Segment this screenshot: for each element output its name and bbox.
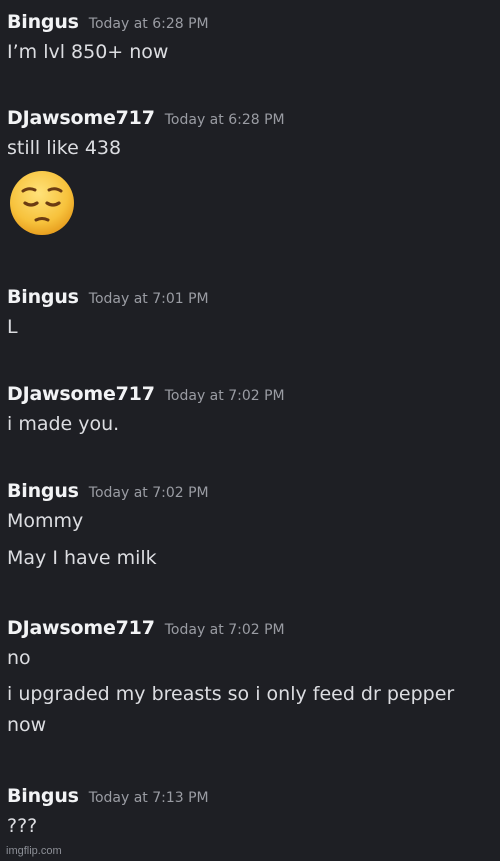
message-text: I’m lvl 850+ now: [7, 41, 169, 63]
message-header: DJawsome717 Today at 7:02 PM: [7, 380, 494, 408]
message-text: May I have milk: [7, 547, 157, 569]
message-group: Bingus Today at 7:13 PM ???: [7, 782, 494, 842]
message-text: i upgraded my breasts so i only feed dr …: [7, 683, 461, 736]
message-header: DJawsome717 Today at 6:28 PM: [7, 104, 494, 132]
message-group: DJawsome717 Today at 7:02 PM i made you.: [7, 380, 494, 440]
message-header: Bingus Today at 6:28 PM: [7, 8, 494, 36]
author-name[interactable]: Bingus: [7, 480, 79, 502]
imgflip-watermark: imgflip.com: [6, 845, 62, 857]
message-text: still like 438: [7, 137, 122, 159]
message-group: Bingus Today at 7:01 PM L: [7, 283, 494, 343]
author-name[interactable]: DJawsome717: [7, 383, 155, 405]
message-header: Bingus Today at 7:13 PM: [7, 782, 494, 810]
timestamp[interactable]: Today at 6:28 PM: [89, 16, 209, 32]
message-group: DJawsome717 Today at 7:02 PM no i upgrade…: [7, 614, 494, 741]
timestamp[interactable]: Today at 6:28 PM: [165, 112, 285, 128]
message-group: DJawsome717 Today at 6:28 PM still like 4…: [7, 104, 494, 238]
message-text: ???: [7, 815, 38, 837]
message-header: Bingus Today at 7:01 PM: [7, 283, 494, 311]
message-text: Mommy: [7, 510, 84, 532]
author-name[interactable]: Bingus: [7, 11, 79, 33]
author-name[interactable]: Bingus: [7, 286, 79, 308]
message-group: Bingus Today at 6:28 PM I’m lvl 850+ now: [7, 8, 494, 68]
message-header: DJawsome717 Today at 7:02 PM: [7, 614, 494, 642]
timestamp[interactable]: Today at 7:02 PM: [165, 388, 285, 404]
message-text: i made you.: [7, 413, 120, 435]
message-text: no: [7, 647, 31, 669]
pensive-face-emoji-icon: [7, 168, 77, 238]
author-name[interactable]: Bingus: [7, 785, 79, 807]
timestamp[interactable]: Today at 7:02 PM: [89, 485, 209, 501]
message-group: Bingus Today at 7:02 PM Mommy May I have …: [7, 477, 494, 574]
message-header: Bingus Today at 7:02 PM: [7, 477, 494, 505]
timestamp[interactable]: Today at 7:02 PM: [165, 622, 285, 638]
author-name[interactable]: DJawsome717: [7, 617, 155, 639]
message-text: L: [7, 316, 18, 338]
author-name[interactable]: DJawsome717: [7, 107, 155, 129]
timestamp[interactable]: Today at 7:01 PM: [89, 291, 209, 307]
timestamp[interactable]: Today at 7:13 PM: [89, 790, 209, 806]
